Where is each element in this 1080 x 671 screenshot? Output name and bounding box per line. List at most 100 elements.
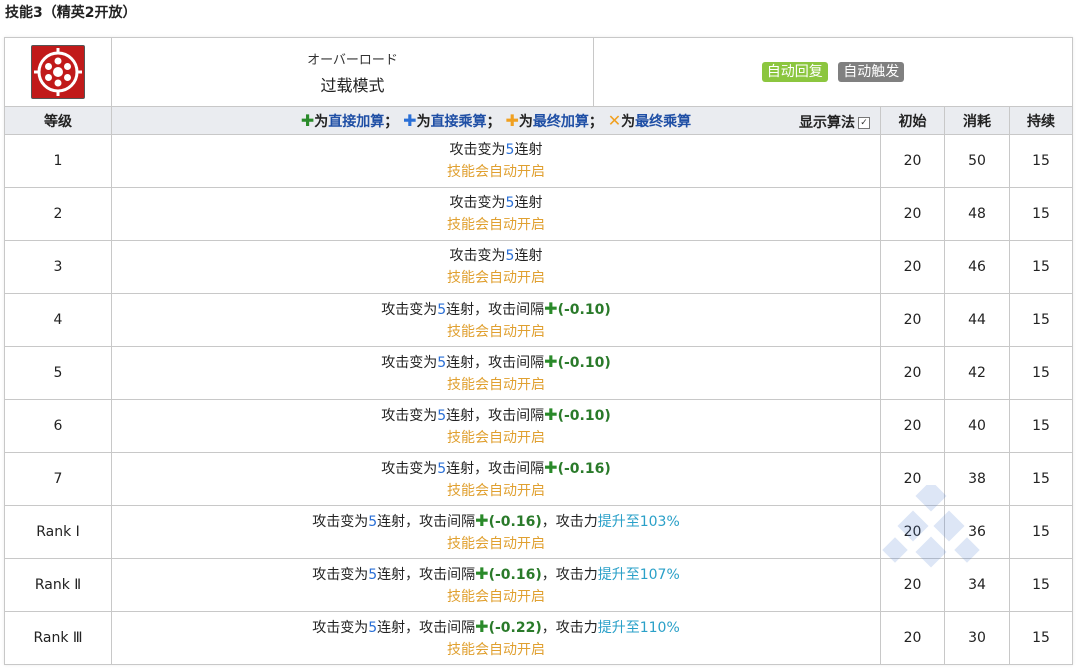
description-cell: 攻击变为5连射，攻击间隔✚(-0.16)，攻击力提升至107% 技能会自动开启 <box>111 558 881 612</box>
auto-open-line: 技能会自动开启 <box>447 323 545 340</box>
burst-unit: 连射 <box>446 460 475 477</box>
interval-label: 攻击间隔 <box>419 513 476 530</box>
overload-skill-icon <box>31 45 85 99</box>
legend-sep: ； <box>486 113 501 130</box>
interval-value: (-0.16) <box>557 460 611 477</box>
table-row: 3 攻击变为5连射 技能会自动开启 20 46 15 <box>4 240 1074 294</box>
duration-cell: 15 <box>1008 611 1074 665</box>
atk-value: 提升至103% <box>597 513 680 530</box>
description-cell: 攻击变为5连射，攻击间隔✚(-0.16) 技能会自动开启 <box>111 452 881 506</box>
level-cell: 2 <box>4 187 112 241</box>
level-cell: 5 <box>4 346 112 400</box>
interval-value: (-0.16) <box>488 513 542 530</box>
skill-header-row: オーバーロード 过载模式 自动回复 自动触发 <box>4 37 1074 107</box>
table-row: 6 攻击变为5连射，攻击间隔✚(-0.10) 技能会自动开启 20 40 15 <box>4 399 1074 453</box>
description-cell: 攻击变为5连射，攻击间隔✚(-0.10) 技能会自动开启 <box>111 293 881 347</box>
attack-change-text: 攻击变为 <box>449 142 506 158</box>
cost-cell: 40 <box>944 399 1010 453</box>
comma: ， <box>474 301 489 318</box>
level-cell: Rank Ⅱ <box>4 558 112 612</box>
attack-change-text: 攻击变为 <box>312 513 369 530</box>
show-algorithm-toggle[interactable]: 显示算法 ✓ <box>799 112 870 132</box>
direct-add-icon: ✚ <box>544 351 558 371</box>
effect-line: 攻击变为5连射，攻击间隔✚(-0.16)，攻击力提升至103% <box>112 510 880 533</box>
initial-cell: 20 <box>880 134 945 188</box>
burst-unit: 连射 <box>377 566 406 583</box>
duration-cell: 15 <box>1008 558 1074 612</box>
burst-unit: 连射 <box>446 301 475 318</box>
interval-value: (-0.16) <box>488 566 542 583</box>
burst-unit: 连射 <box>377 513 406 530</box>
cost-cell: 42 <box>944 346 1010 400</box>
burst-count: 5 <box>437 354 447 371</box>
burst-count: 5 <box>437 301 447 318</box>
effect-line: 攻击变为5连射 <box>112 245 880 267</box>
comma: ， <box>541 566 556 583</box>
interval-value: (-0.10) <box>557 301 611 318</box>
burst-count: 5 <box>437 407 447 424</box>
duration-cell: 15 <box>1008 134 1074 188</box>
attack-change-text: 攻击变为 <box>381 301 438 318</box>
interval-label: 攻击间隔 <box>419 619 476 636</box>
skill-icon-cell <box>4 37 112 107</box>
atk-value: 提升至110% <box>597 619 680 636</box>
burst-count: 5 <box>368 619 378 636</box>
comma: ， <box>405 566 420 583</box>
skill-jp-name: オーバーロード <box>307 52 398 68</box>
legend-word: 为 <box>416 113 431 130</box>
cost-cell: 38 <box>944 452 1010 506</box>
level-cell: 4 <box>4 293 112 347</box>
level-cell: 7 <box>4 452 112 506</box>
burst-count: 5 <box>437 460 447 477</box>
burst-unit: 连射 <box>514 248 543 264</box>
burst-count: 5 <box>368 513 378 530</box>
skill-name-cell: オーバーロード 过载模式 <box>111 37 594 107</box>
effect-line: 攻击变为5连射，攻击间隔✚(-0.10) <box>112 298 880 321</box>
cost-cell: 48 <box>944 187 1010 241</box>
direct-add-icon: ✚ <box>544 298 558 318</box>
interval-label: 攻击间隔 <box>488 301 545 318</box>
burst-unit: 连射 <box>514 195 543 211</box>
skill-badges-cell: 自动回复 自动触发 <box>592 37 1074 107</box>
attack-change-text: 攻击变为 <box>312 619 369 636</box>
duration-cell: 15 <box>1008 293 1074 347</box>
legend-word: 为 <box>621 113 636 130</box>
table-row: Rank Ⅱ 攻击变为5连射，攻击间隔✚(-0.16)，攻击力提升至107% 技能会… <box>4 558 1074 612</box>
table-row: 5 攻击变为5连射，攻击间隔✚(-0.10) 技能会自动开启 20 42 15 <box>4 346 1074 400</box>
interval-label: 攻击间隔 <box>488 407 545 424</box>
cost-header: 消耗 <box>944 106 1010 135</box>
cost-cell: 36 <box>944 505 1010 559</box>
level-cell: 1 <box>4 134 112 188</box>
effect-line: 攻击变为5连射，攻击间隔✚(-0.10) <box>112 351 880 374</box>
initial-cell: 20 <box>880 399 945 453</box>
duration-cell: 15 <box>1008 187 1074 241</box>
effect-line: 攻击变为5连射，攻击间隔✚(-0.10) <box>112 404 880 427</box>
attack-change-text: 攻击变为 <box>381 407 438 424</box>
initial-cell: 20 <box>880 346 945 400</box>
duration-cell: 15 <box>1008 399 1074 453</box>
atk-value: 提升至107% <box>597 566 680 583</box>
table-row: 4 攻击变为5连射，攻击间隔✚(-0.10) 技能会自动开启 20 44 15 <box>4 293 1074 347</box>
duration-cell: 15 <box>1008 346 1074 400</box>
interval-label: 攻击间隔 <box>488 460 545 477</box>
atk-label: 攻击力 <box>555 513 598 530</box>
show-algorithm-checkbox[interactable]: ✓ <box>858 117 870 129</box>
description-cell: 攻击变为5连射 技能会自动开启 <box>111 134 881 188</box>
duration-cell: 15 <box>1008 505 1074 559</box>
table-row: 7 攻击变为5连射，攻击间隔✚(-0.16) 技能会自动开启 20 38 15 <box>4 452 1074 506</box>
auto-trigger-badge: 自动触发 <box>838 62 905 82</box>
auto-open-line: 技能会自动开启 <box>447 482 545 499</box>
direct-add-icon: ✚ <box>475 510 489 530</box>
auto-open-line: 技能会自动开启 <box>447 164 545 180</box>
description-cell: 攻击变为5连射，攻击间隔✚(-0.22)，攻击力提升至110% 技能会自动开启 <box>111 611 881 665</box>
legend-final-mul: 最终乘算 <box>635 113 692 130</box>
auto-open-line: 技能会自动开启 <box>447 535 545 552</box>
attack-change-text: 攻击变为 <box>381 460 438 477</box>
interval-label: 攻击间隔 <box>488 354 545 371</box>
legend-word: 为 <box>518 113 533 130</box>
description-cell: 攻击变为5连射，攻击间隔✚(-0.16)，攻击力提升至103% 技能会自动开启 <box>111 505 881 559</box>
comma: ， <box>474 407 489 424</box>
auto-open-line: 技能会自动开启 <box>447 376 545 393</box>
skill-table: オーバーロード 过载模式 自动回复 自动触发 等级 ✚为直接加算； ✚为直接乘算… <box>4 37 1074 665</box>
level-cell: Rank Ⅰ <box>4 505 112 559</box>
